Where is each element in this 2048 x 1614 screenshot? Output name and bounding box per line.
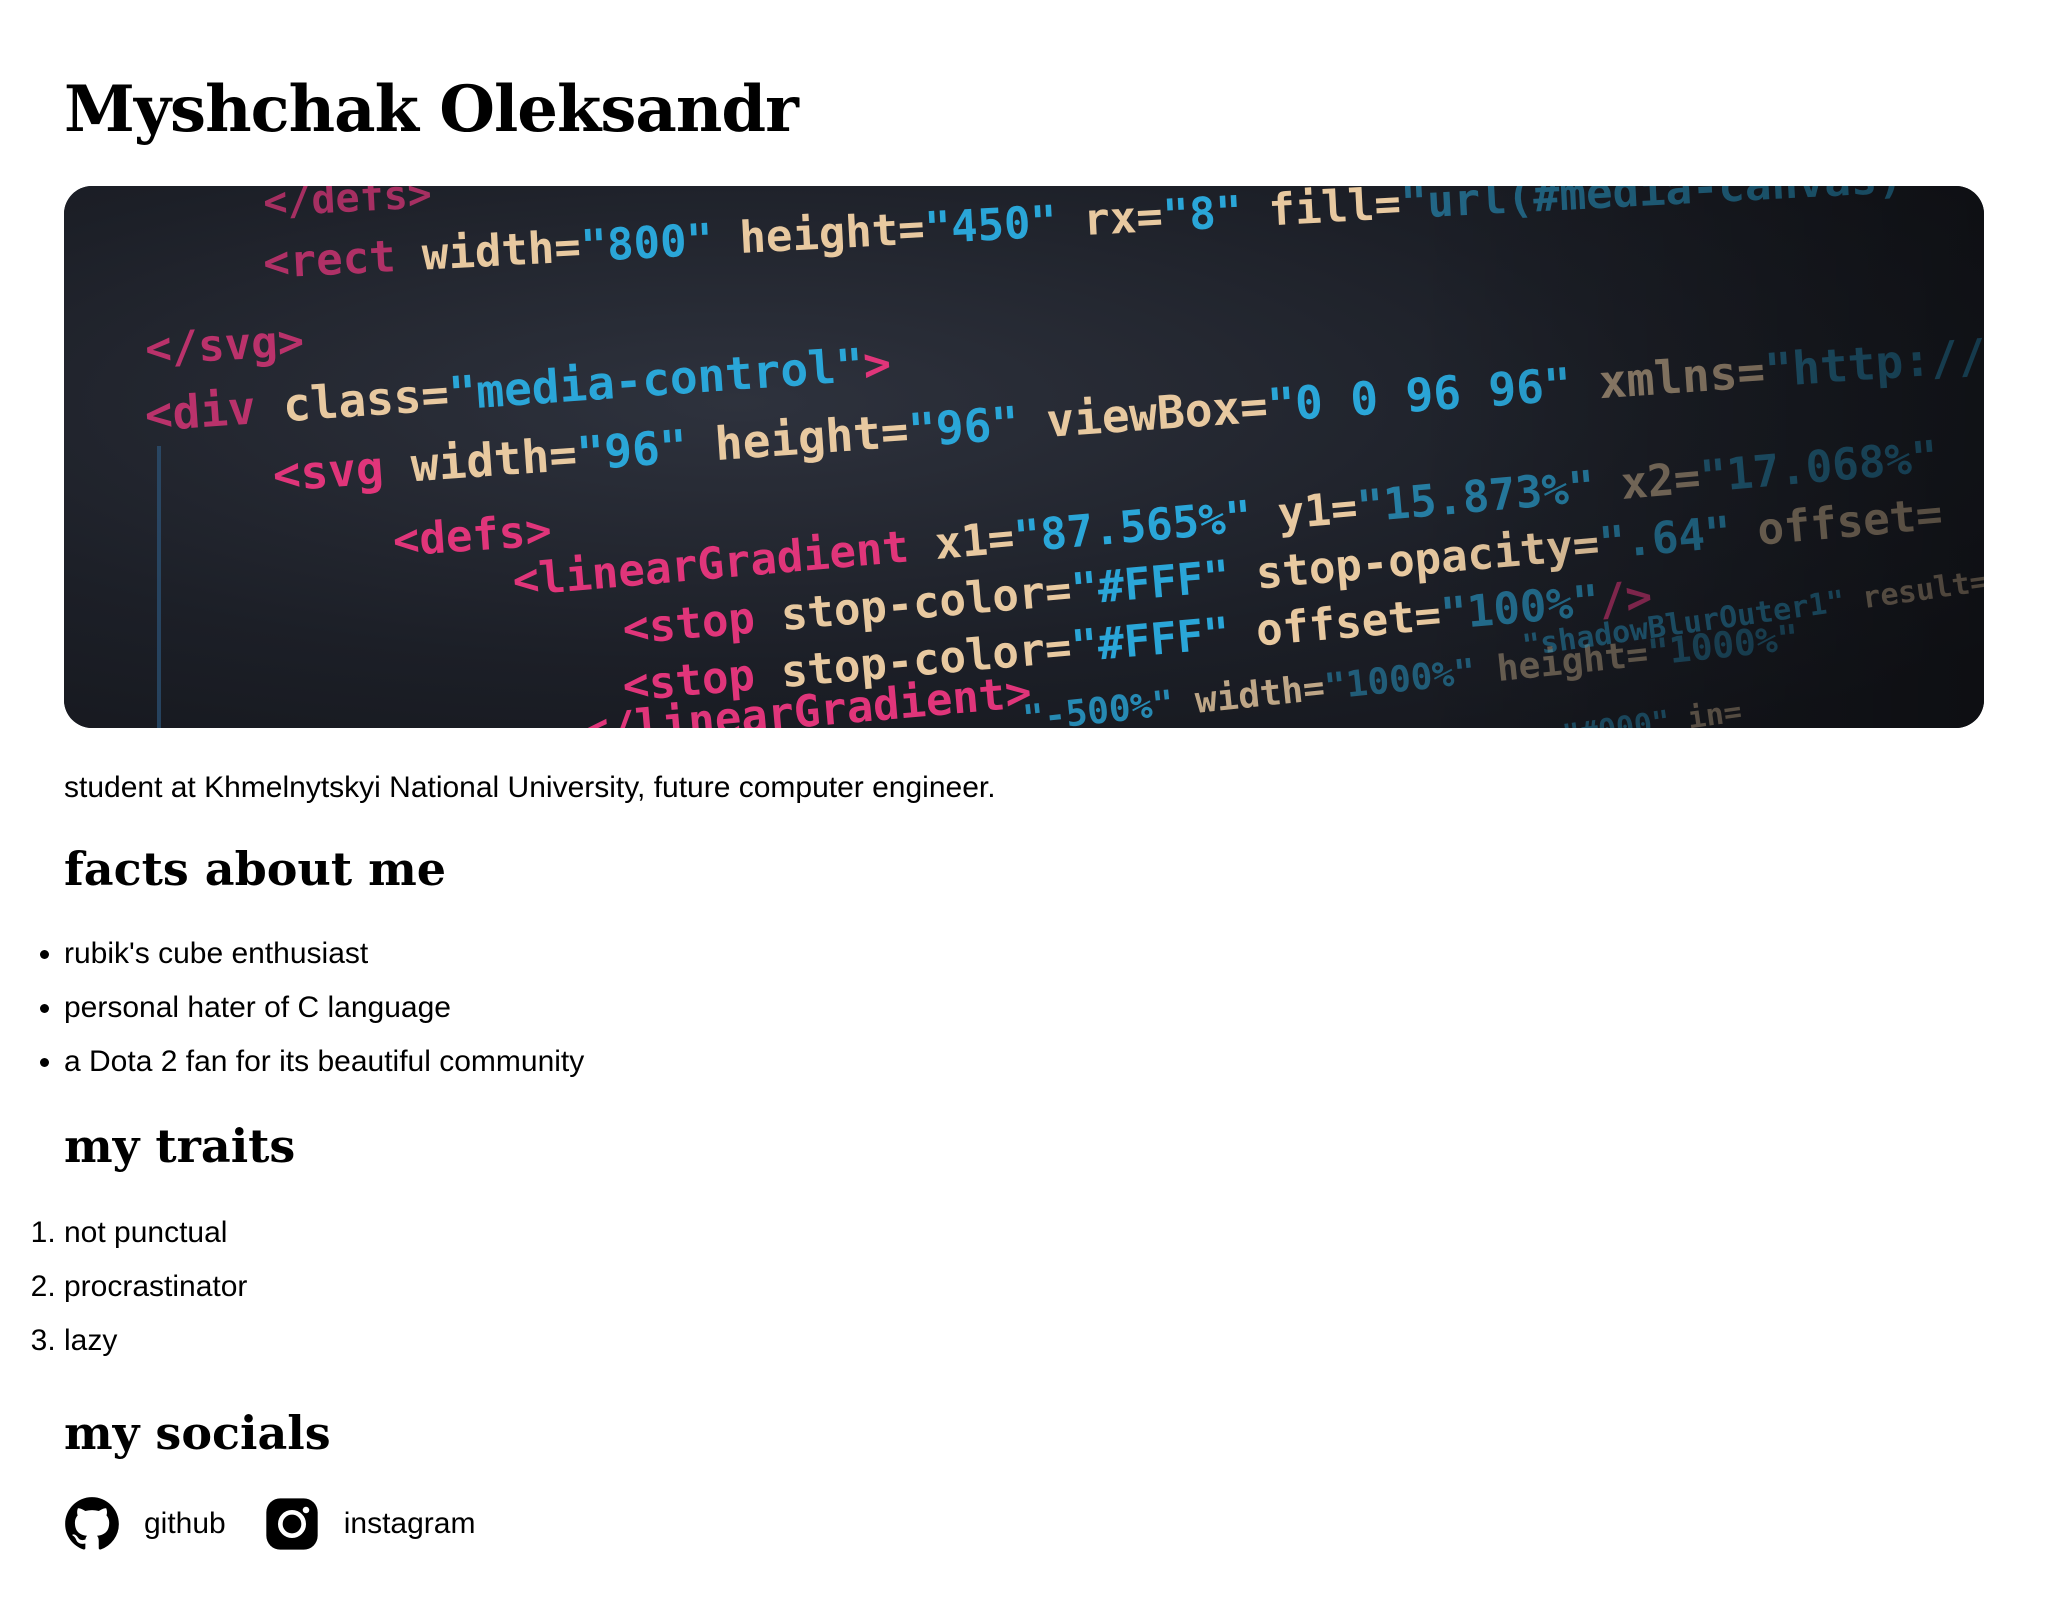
facts-list: rubik's cube enthusiast personal hater o… [64, 927, 1984, 1089]
code-banner-image: </defs> <rect width="800" height="450" r… [64, 186, 1984, 728]
facts-heading: facts about me [64, 842, 447, 896]
github-icon [64, 1496, 120, 1552]
list-item: lazy [64, 1314, 1984, 1368]
traits-list: not punctual procrastinator lazy [64, 1206, 1984, 1368]
intro-tagline: student at Khmelnytskyi National Univers… [64, 771, 996, 804]
instagram-link[interactable]: instagram [264, 1496, 476, 1552]
list-item: procrastinator [64, 1260, 1984, 1314]
page-title: Myshchak Oleksandr [64, 72, 799, 147]
github-link[interactable]: github [64, 1496, 226, 1552]
instagram-icon [264, 1496, 320, 1552]
github-label: github [144, 1506, 226, 1540]
list-item: rubik's cube enthusiast [64, 927, 1984, 981]
list-item: not punctual [64, 1206, 1984, 1260]
list-item: personal hater of C language [64, 981, 1984, 1035]
list-item: a Dota 2 fan for its beautiful community [64, 1035, 1984, 1089]
traits-heading: my traits [64, 1119, 296, 1174]
socials-heading: my socials [64, 1406, 331, 1461]
instagram-label: instagram [343, 1506, 476, 1540]
code-banner-graphic: </defs> <rect width="800" height="450" r… [64, 186, 1984, 728]
socials-row: github instagram [64, 1496, 1984, 1552]
page: Myshchak Oleksandr </defs> [0, 0, 2048, 1552]
